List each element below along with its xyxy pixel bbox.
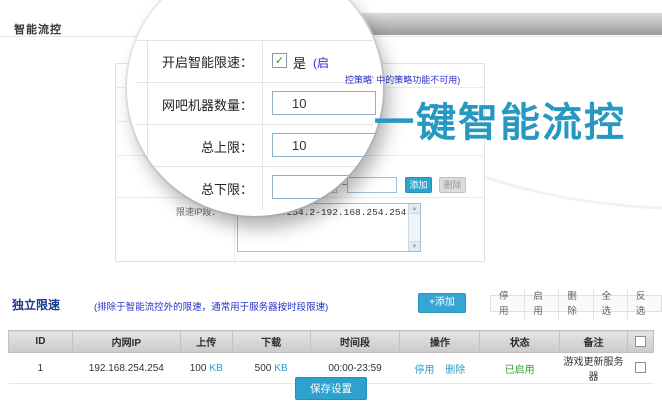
bulk-action-bar: 停用 启用 删除 全选 反选 (490, 295, 662, 312)
add-rule-button[interactable]: +添加 (418, 293, 466, 313)
delete-rule-link[interactable]: 删除 (445, 365, 465, 376)
magnified-row-divider (137, 166, 373, 167)
header-lan-ip: 内网IP (72, 331, 180, 353)
magnified-row-divider (137, 82, 373, 83)
magnified-column-divider (262, 40, 263, 210)
status-enabled-badge: 已启用 (505, 365, 535, 376)
bulk-disable-link[interactable]: 停用 (491, 289, 524, 319)
textarea-scrollbar[interactable]: ▲ ▼ (408, 204, 420, 251)
header-id: ID (9, 331, 73, 353)
header-status: 状态 (480, 331, 560, 353)
select-all-checkbox[interactable] (635, 336, 646, 347)
add-ip-range-button[interactable]: 添加 (405, 177, 432, 193)
header-download: 下载 (232, 331, 310, 353)
independent-limit-title: 独立限速 (12, 296, 60, 313)
select-all-link[interactable]: 全选 (593, 289, 627, 319)
upload-unit: KB (209, 363, 222, 374)
tab-smart-flow-control[interactable]: 智能流控 (14, 21, 62, 37)
header-checkbox-cell (627, 331, 653, 353)
row-checkbox[interactable] (635, 362, 646, 373)
bulk-delete-link[interactable]: 删除 (558, 289, 592, 319)
disable-rule-link[interactable]: 停用 (414, 365, 434, 376)
cell-id: 1 (9, 353, 73, 384)
header-upload: 上传 (180, 331, 232, 353)
magnifier-content: 开启智能限速： ✓ 是 (启 网吧机器数量： 10 总上限： 10 总下限： (127, 0, 383, 216)
delete-ip-range-button[interactable]: 删除 (439, 177, 466, 193)
invert-selection-link[interactable]: 反选 (627, 289, 661, 319)
policy-note-text: 控策略' 中的策略功能不可用) (345, 73, 460, 86)
cell-operation: 停用 删除 (400, 353, 480, 384)
client-count-label: 网吧机器数量： (133, 95, 253, 114)
table-header-row: ID 内网IP 上传 下载 时间段 操作 状态 备注 (9, 331, 654, 353)
cell-remark: 游戏更新服务器 (560, 353, 628, 384)
cell-checkbox (627, 353, 653, 384)
bulk-enable-link[interactable]: 启用 (524, 289, 558, 319)
enable-smart-limit-checkbox[interactable]: ✓ (272, 53, 287, 68)
save-settings-button[interactable]: 保存设置 (295, 377, 367, 400)
header-remark: 备注 (560, 331, 628, 353)
yes-label: 是 (293, 53, 306, 72)
magnifier-circle: 开启智能限速： ✓ 是 (启 网吧机器数量： 10 总上限： 10 总下限： (127, 0, 383, 216)
cell-status: 已启用 (480, 353, 560, 384)
client-count-input[interactable] (272, 91, 376, 115)
download-unit: KB (274, 363, 287, 374)
total-upload-limit-input[interactable] (272, 133, 376, 157)
header-time-range: 时间段 (310, 331, 400, 353)
watermark-title: 一键智能流控 (374, 90, 626, 148)
note-start-fragment: (启 (313, 54, 329, 71)
rate-limit-table: ID 内网IP 上传 下载 时间段 操作 状态 备注 1 192.168.254… (8, 330, 654, 384)
smart-flow-control-page: 智能流控 控策略' 中的策略功能不可用) 限速IP段： — 添加 删除 192.… (0, 0, 662, 401)
scroll-up-icon[interactable]: ▲ (409, 204, 420, 214)
enable-smart-limit-label: 开启智能限速： (133, 52, 253, 71)
independent-limit-note: (排除于智能流控外的限速，通常用于服务器按时段限速) (94, 299, 328, 313)
header-operation: 操作 (400, 331, 480, 353)
total-download-limit-input[interactable] (272, 175, 376, 199)
total-upload-limit-label: 总上限： (133, 137, 253, 156)
scroll-down-icon[interactable]: ▼ (409, 241, 420, 251)
cell-upload: 100KB (180, 353, 232, 384)
cell-lan-ip: 192.168.254.254 (72, 353, 180, 384)
client-count-value: 10 (292, 96, 306, 111)
magnified-row-divider (137, 40, 373, 41)
magnified-row-divider (137, 124, 373, 125)
total-download-limit-label: 总下限： (133, 179, 253, 198)
total-upload-limit-value: 10 (292, 138, 306, 153)
